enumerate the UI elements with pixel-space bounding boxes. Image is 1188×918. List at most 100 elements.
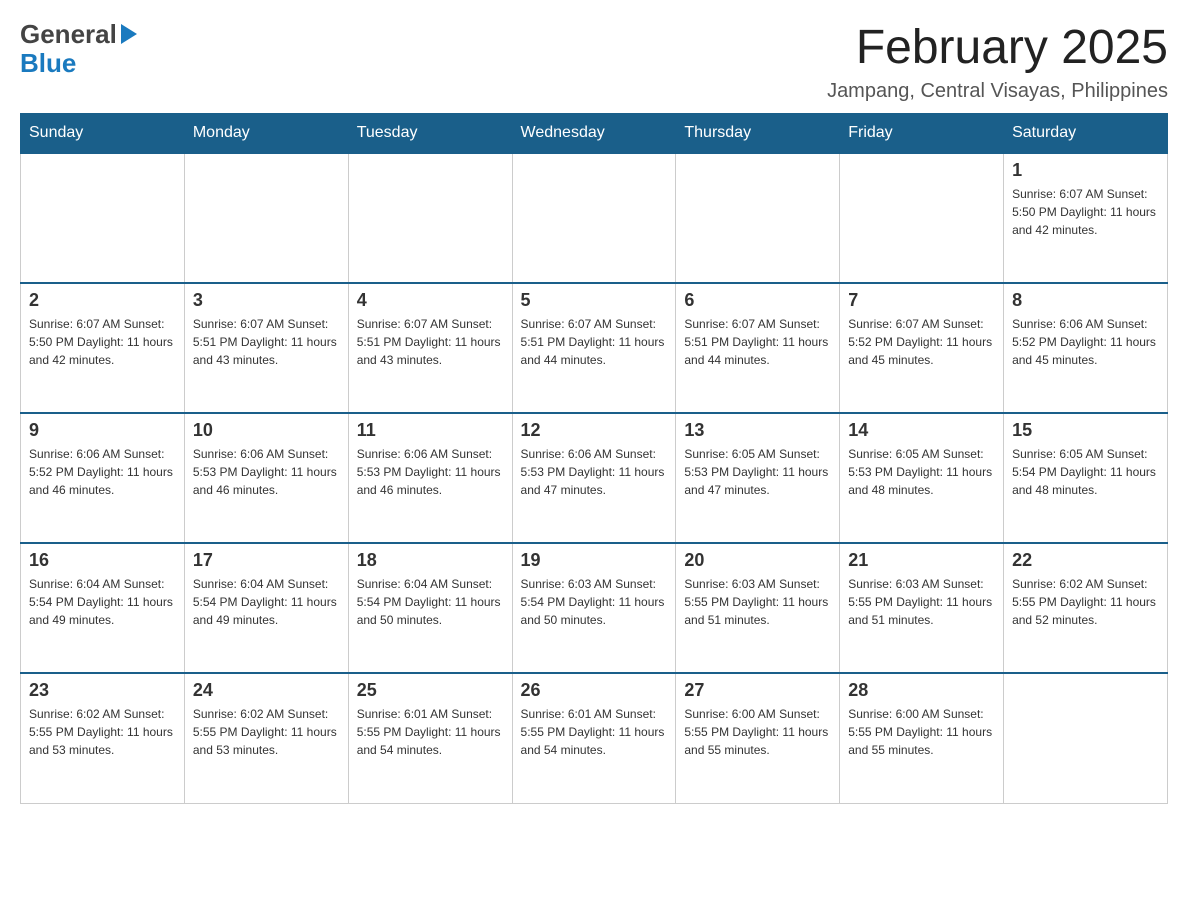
day-info: Sunrise: 6:06 AM Sunset: 5:53 PM Dayligh…	[521, 445, 668, 499]
calendar-cell	[348, 153, 512, 283]
calendar-cell: 17 Sunrise: 6:04 AM Sunset: 5:54 PM Dayli…	[184, 543, 348, 673]
day-number: 17	[193, 550, 340, 571]
calendar-cell: 22Sunrise: 6:02 AM Sunset: 5:55 PM Dayli…	[1004, 543, 1168, 673]
calendar-cell: 15 Sunrise: 6:05 AM Sunset: 5:54 PM Dayli…	[1004, 413, 1168, 543]
calendar-cell: 9 Sunrise: 6:06 AM Sunset: 5:52 PM Daylig…	[21, 413, 185, 543]
calendar-cell: 2 Sunrise: 6:07 AM Sunset: 5:50 PM Daylig…	[21, 283, 185, 413]
day-number: 28	[848, 680, 995, 701]
day-info: Sunrise: 6:05 AM Sunset: 5:53 PM Dayligh…	[684, 445, 831, 499]
calendar-cell: 20 Sunrise: 6:03 AM Sunset: 5:55 PM Dayli…	[676, 543, 840, 673]
header-thursday: Thursday	[676, 114, 840, 154]
calendar-cell: 1 Sunrise: 6:07 AM Sunset: 5:50 PM Daylig…	[1004, 153, 1168, 283]
day-number: 10	[193, 420, 340, 441]
day-number: 25	[357, 680, 504, 701]
week-row-2: 2 Sunrise: 6:07 AM Sunset: 5:50 PM Daylig…	[21, 283, 1168, 413]
calendar-cell: 27 Sunrise: 6:00 AM Sunset: 5:55 PM Dayli…	[676, 673, 840, 803]
calendar-cell: 3 Sunrise: 6:07 AM Sunset: 5:51 PM Daylig…	[184, 283, 348, 413]
day-info: Sunrise: 6:07 AM Sunset: 5:50 PM Dayligh…	[29, 315, 176, 369]
calendar-cell: 16 Sunrise: 6:04 AM Sunset: 5:54 PM Dayli…	[21, 543, 185, 673]
day-number: 26	[521, 680, 668, 701]
day-info: Sunrise: 6:07 AM Sunset: 5:51 PM Dayligh…	[193, 315, 340, 369]
day-info: Sunrise: 6:01 AM Sunset: 5:55 PM Dayligh…	[357, 705, 504, 759]
calendar-cell: 4Sunrise: 6:07 AM Sunset: 5:51 PM Daylig…	[348, 283, 512, 413]
logo-blue-text: Blue	[20, 49, 137, 78]
calendar-cell: 7 Sunrise: 6:07 AM Sunset: 5:52 PM Daylig…	[840, 283, 1004, 413]
day-info: Sunrise: 6:04 AM Sunset: 5:54 PM Dayligh…	[357, 575, 504, 629]
calendar-cell: 23 Sunrise: 6:02 AM Sunset: 5:55 PM Dayli…	[21, 673, 185, 803]
page-header: General Blue February 2025 Jampang, Cent…	[20, 20, 1168, 103]
calendar-cell: 13 Sunrise: 6:05 AM Sunset: 5:53 PM Dayli…	[676, 413, 840, 543]
day-info: Sunrise: 6:07 AM Sunset: 5:51 PM Dayligh…	[357, 315, 504, 369]
day-number: 22	[1012, 550, 1159, 571]
day-number: 3	[193, 290, 340, 311]
logo: General Blue	[20, 20, 137, 77]
calendar-cell: 19 Sunrise: 6:03 AM Sunset: 5:54 PM Dayli…	[512, 543, 676, 673]
day-info: Sunrise: 6:01 AM Sunset: 5:55 PM Dayligh…	[521, 705, 668, 759]
header-tuesday: Tuesday	[348, 114, 512, 154]
day-number: 23	[29, 680, 176, 701]
day-info: Sunrise: 6:04 AM Sunset: 5:54 PM Dayligh…	[193, 575, 340, 629]
day-number: 9	[29, 420, 176, 441]
day-number: 8	[1012, 290, 1159, 311]
day-info: Sunrise: 6:03 AM Sunset: 5:54 PM Dayligh…	[521, 575, 668, 629]
day-info: Sunrise: 6:07 AM Sunset: 5:51 PM Dayligh…	[684, 315, 831, 369]
day-info: Sunrise: 6:07 AM Sunset: 5:51 PM Dayligh…	[521, 315, 668, 369]
calendar-cell	[184, 153, 348, 283]
calendar-cell: 21Sunrise: 6:03 AM Sunset: 5:55 PM Dayli…	[840, 543, 1004, 673]
day-number: 19	[521, 550, 668, 571]
day-number: 16	[29, 550, 176, 571]
day-number: 20	[684, 550, 831, 571]
weekday-header-row: Sunday Monday Tuesday Wednesday Thursday…	[21, 114, 1168, 154]
calendar-cell: 12 Sunrise: 6:06 AM Sunset: 5:53 PM Dayli…	[512, 413, 676, 543]
day-info: Sunrise: 6:06 AM Sunset: 5:52 PM Dayligh…	[29, 445, 176, 499]
header-wednesday: Wednesday	[512, 114, 676, 154]
calendar-cell: 25 Sunrise: 6:01 AM Sunset: 5:55 PM Dayli…	[348, 673, 512, 803]
day-number: 12	[521, 420, 668, 441]
day-info: Sunrise: 6:03 AM Sunset: 5:55 PM Dayligh…	[684, 575, 831, 629]
calendar-cell: 8Sunrise: 6:06 AM Sunset: 5:52 PM Daylig…	[1004, 283, 1168, 413]
day-info: Sunrise: 6:05 AM Sunset: 5:54 PM Dayligh…	[1012, 445, 1159, 499]
calendar-cell: 18 Sunrise: 6:04 AM Sunset: 5:54 PM Dayli…	[348, 543, 512, 673]
calendar-cell: 24 Sunrise: 6:02 AM Sunset: 5:55 PM Dayli…	[184, 673, 348, 803]
day-info: Sunrise: 6:07 AM Sunset: 5:52 PM Dayligh…	[848, 315, 995, 369]
calendar-cell	[840, 153, 1004, 283]
calendar-cell: 10 Sunrise: 6:06 AM Sunset: 5:53 PM Dayli…	[184, 413, 348, 543]
day-info: Sunrise: 6:00 AM Sunset: 5:55 PM Dayligh…	[684, 705, 831, 759]
calendar-cell: 5 Sunrise: 6:07 AM Sunset: 5:51 PM Daylig…	[512, 283, 676, 413]
logo-triangle-icon	[121, 24, 137, 44]
day-number: 7	[848, 290, 995, 311]
day-info: Sunrise: 6:04 AM Sunset: 5:54 PM Dayligh…	[29, 575, 176, 629]
calendar-table: Sunday Monday Tuesday Wednesday Thursday…	[20, 113, 1168, 804]
day-number: 11	[357, 420, 504, 441]
day-number: 21	[848, 550, 995, 571]
day-number: 6	[684, 290, 831, 311]
day-number: 18	[357, 550, 504, 571]
calendar-cell: 6 Sunrise: 6:07 AM Sunset: 5:51 PM Daylig…	[676, 283, 840, 413]
header-saturday: Saturday	[1004, 114, 1168, 154]
calendar-cell	[676, 153, 840, 283]
logo-general-text: General	[20, 20, 117, 49]
header-sunday: Sunday	[21, 114, 185, 154]
day-info: Sunrise: 6:00 AM Sunset: 5:55 PM Dayligh…	[848, 705, 995, 759]
week-row-3: 9 Sunrise: 6:06 AM Sunset: 5:52 PM Daylig…	[21, 413, 1168, 543]
day-number: 2	[29, 290, 176, 311]
day-number: 24	[193, 680, 340, 701]
header-monday: Monday	[184, 114, 348, 154]
month-title: February 2025	[827, 20, 1168, 75]
day-number: 27	[684, 680, 831, 701]
header-friday: Friday	[840, 114, 1004, 154]
week-row-1: 1 Sunrise: 6:07 AM Sunset: 5:50 PM Daylig…	[21, 153, 1168, 283]
day-number: 13	[684, 420, 831, 441]
day-info: Sunrise: 6:02 AM Sunset: 5:55 PM Dayligh…	[29, 705, 176, 759]
day-number: 15	[1012, 420, 1159, 441]
day-info: Sunrise: 6:05 AM Sunset: 5:53 PM Dayligh…	[848, 445, 995, 499]
day-info: Sunrise: 6:07 AM Sunset: 5:50 PM Dayligh…	[1012, 185, 1159, 239]
day-info: Sunrise: 6:06 AM Sunset: 5:53 PM Dayligh…	[193, 445, 340, 499]
day-number: 1	[1012, 160, 1159, 181]
location-subtitle: Jampang, Central Visayas, Philippines	[827, 80, 1168, 103]
day-info: Sunrise: 6:06 AM Sunset: 5:53 PM Dayligh…	[357, 445, 504, 499]
calendar-cell	[1004, 673, 1168, 803]
day-number: 5	[521, 290, 668, 311]
calendar-cell	[512, 153, 676, 283]
day-info: Sunrise: 6:02 AM Sunset: 5:55 PM Dayligh…	[193, 705, 340, 759]
